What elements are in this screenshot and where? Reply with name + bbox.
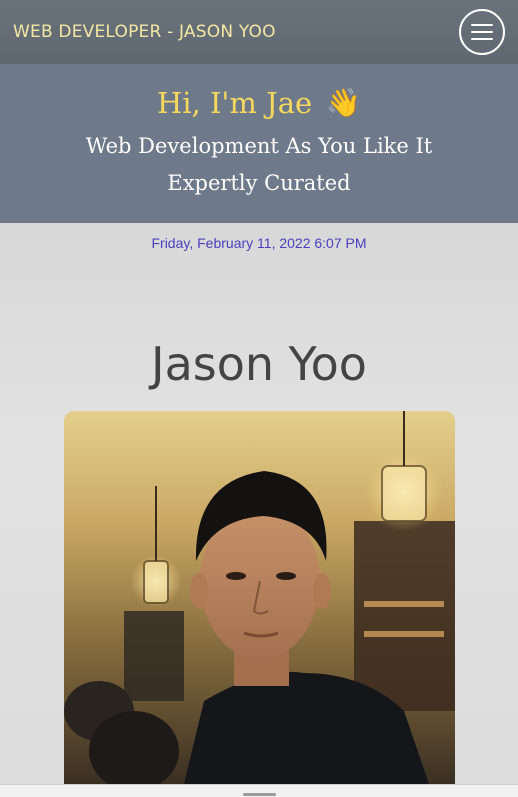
- navbar: WEB DEVELOPER - JASON YOO: [0, 0, 518, 64]
- hamburger-menu-icon: [471, 38, 493, 40]
- hero-subtagline: Expertly Curated: [167, 171, 351, 195]
- brand-link[interactable]: WEB DEVELOPER - JASON YOO: [13, 22, 276, 42]
- profile-photo: [64, 411, 455, 784]
- page-title: Jason Yoo: [151, 337, 367, 391]
- main-content: Friday, February 11, 2022 6:07 PM Jason …: [0, 223, 518, 784]
- current-datetime: Friday, February 11, 2022 6:07 PM: [151, 235, 367, 251]
- drag-handle[interactable]: [243, 793, 276, 796]
- menu-toggle-button[interactable]: [459, 9, 505, 55]
- greeting-text: Hi, I'm Jae: [156, 86, 313, 120]
- hero-greeting: Hi, I'm Jae 👋: [0, 86, 518, 120]
- hamburger-menu-icon: [471, 31, 493, 33]
- browser-bottom-bar: [0, 784, 518, 797]
- hero-banner: Hi, I'm Jae 👋 Web Development As You Lik…: [0, 64, 518, 223]
- hamburger-menu-icon: [471, 24, 493, 26]
- waving-hand-icon: 👋: [326, 86, 362, 119]
- hero-tagline: Web Development As You Like It: [85, 134, 433, 158]
